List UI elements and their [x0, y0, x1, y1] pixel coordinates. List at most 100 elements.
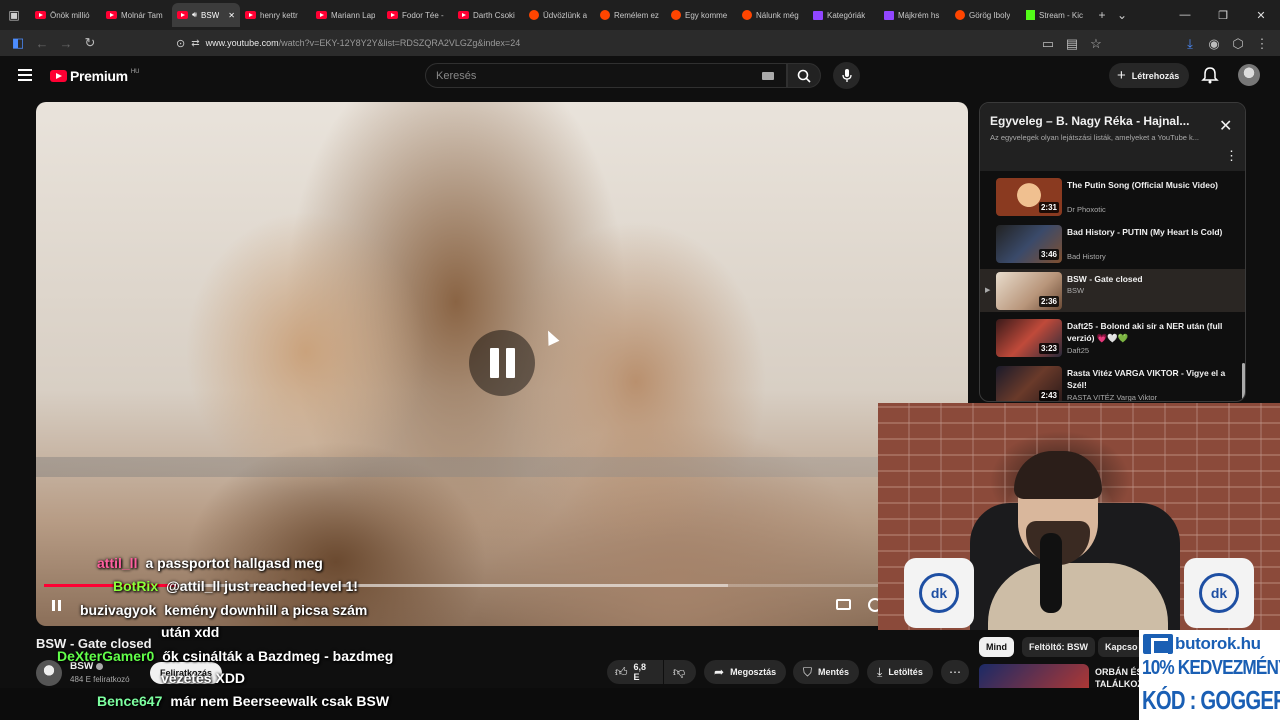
download-button[interactable]: ⤓ Letöltés [867, 660, 933, 684]
close-tab-icon[interactable]: ✕ [228, 11, 235, 20]
browser-tab[interactable]: Remélem ez [595, 3, 666, 27]
create-button[interactable]: + Létrehozás [1109, 63, 1190, 88]
browser-tab[interactable]: Nálunk még [737, 3, 808, 27]
pause-button[interactable] [46, 595, 66, 615]
chat-text: a passportot hallgasd meg [145, 555, 323, 571]
more-vertical-icon[interactable]: ⋮ [1225, 148, 1238, 164]
youtube-icon [106, 11, 117, 19]
playlist-item-thumbnail[interactable]: 2:36 [996, 272, 1062, 310]
restore-icon[interactable]: ❐ [1204, 0, 1242, 30]
browser-tab[interactable]: Stream - Kic [1021, 3, 1092, 27]
audio-playing-icon[interactable]: 🔊︎ [192, 10, 197, 20]
keyboard-icon[interactable] [762, 72, 774, 80]
browser-tab[interactable]: Fodor Tée - [382, 3, 453, 27]
voice-search-button[interactable] [833, 62, 860, 89]
playlist-item-thumbnail[interactable]: 2:43 [996, 366, 1062, 401]
minimize-icon[interactable]: — [1166, 0, 1204, 30]
playlist-item-title[interactable]: Daft25 - Bolond aki sír a NER után (full… [1067, 320, 1227, 344]
address-bar: ◧ ← → ↻ ⊙ ⇄ www.youtube.com/watch?v=EKY-… [0, 30, 1280, 56]
like-button[interactable]: 👍︎ 6,8 E [607, 660, 663, 684]
playlist-item[interactable]: ▶ 2:36 BSW - Gate closed BSW [980, 269, 1245, 312]
user-avatar[interactable] [1238, 64, 1260, 86]
chat-message: vezetés XDD [161, 670, 245, 686]
extensions-icon[interactable]: ⬡ [1226, 32, 1250, 56]
playlist-item-thumbnail[interactable]: 2:31 [996, 178, 1062, 216]
reader-icon[interactable]: ▤ [1060, 32, 1084, 56]
browser-tab[interactable]: Egy komme [666, 3, 737, 27]
back-icon[interactable]: ← [30, 31, 54, 55]
site-info-icon[interactable]: ⊙ [176, 37, 185, 50]
video-duration: 3:46 [1038, 249, 1059, 260]
butorok-logo-icon [1143, 634, 1173, 656]
browser-tab[interactable]: Görög Iboly [950, 3, 1021, 27]
close-icon[interactable]: ✕ [1219, 116, 1232, 136]
filter-chip[interactable]: Kapcso [1098, 637, 1145, 657]
filter-chip[interactable]: Mind [979, 637, 1014, 657]
browser-tab[interactable]: Önök millió [30, 3, 101, 27]
forward-icon[interactable]: → [54, 31, 78, 55]
browser-tab[interactable]: Üdvözlünk a [524, 3, 595, 27]
playlist-item-title[interactable]: Bad History - PUTIN (My Heart Is Cold) [1067, 226, 1227, 238]
kick-icon [1026, 10, 1035, 20]
sidebar-toggle-icon[interactable]: ◧ [6, 31, 30, 55]
save-button[interactable]: ⛉ Mentés [793, 660, 860, 684]
browser-tab[interactable]: henry kettr [240, 3, 311, 27]
browser-tab[interactable]: Kategóriák [808, 3, 879, 27]
playlist-title[interactable]: Egyveleg – B. Nagy Réka - Hajnal... [990, 114, 1205, 128]
tab-label: Stream - Kic [1039, 10, 1084, 20]
center-pause-indicator[interactable] [469, 330, 535, 396]
filter-chip[interactable]: Feltöltő: BSW [1022, 637, 1095, 657]
more-actions-button[interactable]: ⋯ [941, 660, 969, 684]
playlist-item[interactable]: 3:23 Daft25 - Bolond aki sír a NER után (… [980, 316, 1245, 359]
plus-icon: + [1117, 67, 1126, 84]
share-arrow-icon: ➦ [714, 665, 725, 679]
playlist-item-channel: Daft25 [1067, 346, 1090, 355]
share-button[interactable]: ➦ Megosztás [704, 660, 787, 684]
hamburger-menu-icon[interactable] [18, 69, 32, 81]
playlist-item-thumbnail[interactable]: 3:23 [996, 319, 1062, 357]
reload-icon[interactable]: ↻ [78, 31, 102, 55]
dislike-button[interactable]: 👎︎ [664, 660, 696, 684]
playlist-item-title[interactable]: The Putin Song (Official Music Video) [1067, 179, 1227, 191]
tab-label: Májkrém hs [898, 10, 940, 20]
download-arrow-icon: ⤓ [877, 664, 883, 679]
subscriber-count: 484 E feliratkozó [70, 675, 130, 684]
sponsor-brand: butorok.hu [1143, 632, 1261, 656]
playlist-item-thumbnail[interactable]: 3:46 [996, 225, 1062, 263]
video-duration: 2:31 [1038, 202, 1059, 213]
tab-actions-icon[interactable]: ▣ [4, 5, 24, 25]
youtube-premium-logo[interactable]: Premium HU [50, 68, 139, 84]
permissions-icon[interactable]: ⇄ [191, 38, 199, 49]
bookmark-star-icon[interactable]: ☆ [1084, 32, 1108, 56]
browser-tab[interactable]: Darth Csoki [453, 3, 524, 27]
search-input[interactable]: Keresés [425, 63, 787, 88]
playlist-item-title[interactable]: Rasta Vitéz VARGA VIKTOR - Vigye el a Sz… [1067, 367, 1227, 391]
new-tab-icon[interactable]: + [1092, 5, 1112, 25]
url-field[interactable]: ⊙ ⇄ www.youtube.com/watch?v=EKY-12Y8Y2Y&… [176, 32, 1106, 54]
download-label: Letöltés [888, 667, 923, 677]
download-icon[interactable]: ⤓ [1178, 32, 1202, 56]
menu-dots-icon[interactable]: ⋮ [1250, 32, 1274, 56]
playlist-item[interactable]: 2:43 Rasta Vitéz VARGA VIKTOR - Vigye el … [980, 363, 1245, 402]
playlist-item[interactable]: 2:31 The Putin Song (Official Music Video… [980, 175, 1245, 218]
playlist-item-channel: RASTA VITÉZ Varga Viktor [1067, 393, 1158, 402]
browser-tab[interactable]: 🔊︎ BSW ✕ [172, 3, 240, 27]
account-icon[interactable]: ◉ [1202, 32, 1226, 56]
search-button[interactable] [787, 63, 821, 88]
pip-icon[interactable]: ▭ [1036, 32, 1060, 56]
subtitles-icon[interactable] [836, 599, 851, 610]
browser-tab[interactable]: Májkrém hs [879, 3, 950, 27]
video-player[interactable] [36, 102, 968, 626]
notifications-bell-icon[interactable] [1200, 66, 1220, 84]
close-window-icon[interactable]: ✕ [1242, 0, 1280, 30]
browser-tab[interactable]: Mariann Lap [311, 3, 382, 27]
tab-list-chevron-icon[interactable]: ⌄ [1112, 5, 1132, 25]
playlist-item[interactable]: 3:46 Bad History - PUTIN (My Heart Is Col… [980, 222, 1245, 265]
chat-text: már nem Beerseewalk csak BSW [170, 693, 390, 709]
recommended-video-title[interactable]: ORBÁN ÉS TALÁLKOZ [1095, 666, 1145, 690]
playlist-scrollbar[interactable] [1242, 363, 1245, 401]
browser-tab[interactable]: Molnár Tam [101, 3, 172, 27]
playlist-item-title[interactable]: BSW - Gate closed [1067, 273, 1227, 285]
search-placeholder: Keresés [436, 69, 477, 82]
chat-message: BotRix @attil_ll just reached level 1! [113, 578, 358, 594]
